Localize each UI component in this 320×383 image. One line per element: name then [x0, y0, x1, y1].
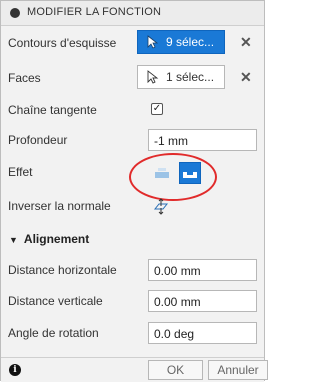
- contours-label: Contours d'esquisse: [8, 36, 117, 50]
- distance-verticale-input[interactable]: 0.00 mm: [148, 290, 257, 312]
- clear-contours-icon[interactable]: ✕: [240, 34, 252, 51]
- profondeur-input[interactable]: -1 mm: [148, 129, 257, 151]
- cancel-button[interactable]: Annuler: [208, 360, 268, 380]
- distance-verticale-label: Distance verticale: [8, 294, 103, 308]
- chaine-tangente-row: Chaîne tangente ✓: [1, 102, 264, 118]
- collapse-dot-icon[interactable]: [10, 8, 20, 18]
- contours-row: Contours d'esquisse 9 sélec... ✕: [1, 30, 264, 56]
- collapse-triangle-icon: ▼: [9, 235, 18, 245]
- dialog-titlebar[interactable]: MODIFIER LA FONCTION: [1, 1, 264, 26]
- contours-selection-count: 9 sélec...: [166, 35, 215, 49]
- alignement-section-header[interactable]: ▼ Alignement: [9, 232, 89, 246]
- inverser-normale-label: Inverser la normale: [8, 199, 111, 213]
- ok-button[interactable]: OK: [148, 360, 203, 380]
- select-cursor-icon: [147, 35, 161, 49]
- distance-horizontale-label: Distance horizontale: [8, 263, 117, 277]
- chaine-tangente-label: Chaîne tangente: [8, 103, 97, 117]
- modify-feature-dialog: MODIFIER LA FONCTION Contours d'esquisse…: [0, 0, 268, 382]
- info-icon[interactable]: i: [9, 364, 21, 376]
- clear-faces-icon[interactable]: ✕: [240, 69, 252, 86]
- select-cursor-icon: [147, 70, 161, 84]
- faces-selection-count: 1 sélec...: [166, 70, 215, 84]
- faces-selection-button[interactable]: 1 sélec...: [137, 65, 225, 89]
- profondeur-label: Profondeur: [8, 133, 68, 147]
- distance-verticale-row: Distance verticale 0.00 mm: [1, 289, 264, 313]
- angle-rotation-label: Angle de rotation: [8, 326, 99, 340]
- faces-row: Faces 1 sélec... ✕: [1, 65, 264, 91]
- contours-selection-button[interactable]: 9 sélec...: [137, 30, 225, 54]
- chaine-tangente-checkbox[interactable]: ✓: [151, 103, 163, 115]
- flip-normal-icon[interactable]: [152, 197, 170, 218]
- angle-rotation-input[interactable]: 0.0 deg: [148, 322, 257, 344]
- alignement-title: Alignement: [23, 232, 90, 246]
- faces-label: Faces: [8, 71, 41, 85]
- effet-label: Effet: [8, 165, 33, 179]
- dialog-title: MODIFIER LA FONCTION: [27, 6, 162, 18]
- angle-rotation-row: Angle de rotation 0.0 deg: [1, 321, 264, 345]
- distance-horizontale-row: Distance horizontale 0.00 mm: [1, 258, 264, 282]
- inverser-normale-row: Inverser la normale: [1, 197, 264, 215]
- dialog-footer: i OK Annuler: [1, 357, 268, 382]
- distance-horizontale-input[interactable]: 0.00 mm: [148, 259, 257, 281]
- highlight-ring: [129, 153, 217, 201]
- profondeur-row: Profondeur -1 mm: [1, 128, 264, 152]
